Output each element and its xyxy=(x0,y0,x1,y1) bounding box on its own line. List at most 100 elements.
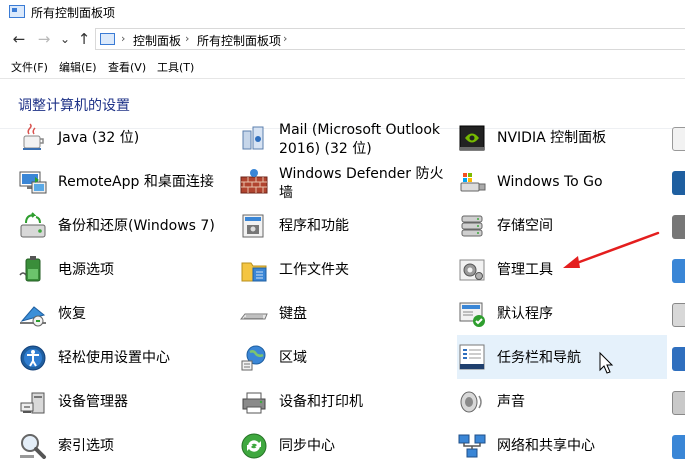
item-label: 存储空间 xyxy=(497,218,553,234)
item-label: 工作文件夹 xyxy=(279,262,349,278)
device-manager-icon xyxy=(18,387,48,417)
item-label: 备份和还原(Windows 7) xyxy=(58,218,215,234)
admin-tools-icon xyxy=(457,255,487,285)
printer-icon xyxy=(239,387,269,417)
mail-icon xyxy=(239,123,269,153)
recent-locations-button[interactable]: ⌄ xyxy=(59,29,71,49)
forward-button[interactable]: → xyxy=(35,29,53,49)
item-label: 设备管理器 xyxy=(58,394,128,410)
menu-view[interactable]: 查看(V) xyxy=(108,59,146,75)
item-label: 任务栏和导航 xyxy=(497,350,581,366)
item-label: Windows To Go xyxy=(497,174,603,190)
item-label: 同步中心 xyxy=(279,438,335,454)
item-label: 程序和功能 xyxy=(279,218,349,234)
item-recovery[interactable]: 恢复 xyxy=(18,295,230,335)
item-programs-features[interactable]: 程序和功能 xyxy=(239,207,451,247)
item-label-line-2: 墙 xyxy=(279,185,293,201)
partial-item-icon[interactable] xyxy=(672,435,685,459)
speaker-icon xyxy=(457,387,487,417)
item-label: 设备和打印机 xyxy=(279,394,363,410)
item-label: 区域 xyxy=(279,350,307,366)
item-java[interactable]: Java (32 位) xyxy=(18,119,230,159)
item-indexing-options[interactable]: 索引选项 xyxy=(18,427,230,459)
partial-item-icon[interactable] xyxy=(672,391,685,415)
sync-icon xyxy=(239,431,269,459)
item-label-line-2: 2016) (32 位) xyxy=(279,141,372,157)
item-label: 管理工具 xyxy=(497,262,553,278)
partial-item-icon[interactable] xyxy=(672,303,685,327)
item-label: 默认程序 xyxy=(497,306,553,322)
item-devices-printers[interactable]: 设备和打印机 xyxy=(239,383,451,423)
item-network-sharing[interactable]: 网络和共享中心 xyxy=(457,427,669,459)
programs-icon xyxy=(239,211,269,241)
item-mail[interactable]: Mail (Microsoft Outlook 2016) (32 位) xyxy=(239,119,451,159)
taskbar-icon xyxy=(457,342,487,372)
item-device-manager[interactable]: 设备管理器 xyxy=(18,383,230,423)
remoteapp-icon xyxy=(18,167,48,197)
usb-icon xyxy=(457,167,487,197)
item-sound[interactable]: 声音 xyxy=(457,383,669,423)
page-title: 调整计算机的设置 xyxy=(18,98,130,114)
title-bar: 所有控制面板项 xyxy=(0,0,685,24)
navigation-bar: ← → ⌄ ↑ › 控制面板 › 所有控制面板项 › xyxy=(0,27,685,53)
item-label: 电源选项 xyxy=(58,262,114,278)
item-keyboard[interactable]: 键盘 xyxy=(239,295,451,335)
item-power[interactable]: 电源选项 xyxy=(18,251,230,291)
item-backup[interactable]: 备份和还原(Windows 7) xyxy=(18,207,230,247)
java-icon xyxy=(18,123,48,153)
item-label: 声音 xyxy=(497,394,525,410)
partial-item-icon[interactable] xyxy=(672,347,685,371)
menu-tools[interactable]: 工具(T) xyxy=(157,59,194,75)
partial-item-icon[interactable] xyxy=(672,215,685,239)
item-label: 轻松使用设置中心 xyxy=(58,350,170,366)
menu-file[interactable]: 文件(F) xyxy=(11,59,48,75)
item-label: RemoteApp 和桌面连接 xyxy=(58,174,214,190)
item-label-line-1: Mail (Microsoft Outlook xyxy=(279,122,441,138)
item-remoteapp[interactable]: RemoteApp 和桌面连接 xyxy=(18,163,230,203)
backup-icon xyxy=(18,211,48,241)
item-label: 网络和共享中心 xyxy=(497,438,595,454)
content-area: 调整计算机的设置 Java (32 位) RemoteApp 和桌面连接 备份和… xyxy=(0,78,685,459)
partial-item-icon[interactable] xyxy=(672,171,685,195)
partial-item-icon[interactable] xyxy=(672,259,685,283)
window-title: 所有控制面板项 xyxy=(31,6,116,20)
nvidia-icon xyxy=(457,123,487,153)
item-label: 索引选项 xyxy=(58,438,114,454)
search-icon xyxy=(18,431,48,459)
network-icon xyxy=(457,431,487,459)
item-windows-to-go[interactable]: Windows To Go xyxy=(457,163,669,203)
ease-of-access-icon xyxy=(18,343,48,373)
item-firewall[interactable]: Windows Defender 防火 墙 xyxy=(239,163,451,203)
up-button[interactable]: ↑ xyxy=(76,29,92,49)
item-label: 恢复 xyxy=(58,306,86,322)
item-storage-spaces[interactable]: 存储空间 xyxy=(457,207,669,247)
item-label: Java (32 位) xyxy=(58,130,140,146)
item-taskbar-navigation[interactable]: 任务栏和导航 xyxy=(457,335,667,379)
breadcrumb-all-items[interactable]: 所有控制面板项 xyxy=(197,32,281,49)
item-sync-center[interactable]: 同步中心 xyxy=(239,427,451,459)
item-region[interactable]: 区域 xyxy=(239,339,451,379)
menu-edit[interactable]: 编辑(E) xyxy=(59,59,97,75)
firewall-icon xyxy=(239,167,269,197)
breadcrumb-control-panel[interactable]: 控制面板 xyxy=(133,32,181,49)
partial-item-icon[interactable] xyxy=(672,127,685,151)
breadcrumb-separator: › xyxy=(283,32,288,45)
item-ease-of-access[interactable]: 轻松使用设置中心 xyxy=(18,339,230,379)
power-icon xyxy=(18,255,48,285)
recovery-icon xyxy=(18,299,48,329)
item-label: NVIDIA 控制面板 xyxy=(497,130,607,146)
control-panel-icon xyxy=(9,5,25,18)
item-nvidia[interactable]: NVIDIA 控制面板 xyxy=(457,119,669,159)
storage-icon xyxy=(457,211,487,241)
item-label: 键盘 xyxy=(279,306,307,322)
item-work-folders[interactable]: 工作文件夹 xyxy=(239,251,451,291)
item-label-line-1: Windows Defender 防火 xyxy=(279,166,444,182)
item-default-programs[interactable]: 默认程序 xyxy=(457,295,669,335)
folder-icon xyxy=(239,255,269,285)
item-administrative-tools[interactable]: 管理工具 xyxy=(457,251,669,291)
address-bar[interactable]: › 控制面板 › 所有控制面板项 › xyxy=(95,28,685,50)
control-panel-icon xyxy=(100,33,115,45)
menu-bar: 文件(F) 编辑(E) 查看(V) 工具(T) xyxy=(0,56,685,76)
back-button[interactable]: ← xyxy=(10,29,28,49)
keyboard-icon xyxy=(239,299,269,329)
